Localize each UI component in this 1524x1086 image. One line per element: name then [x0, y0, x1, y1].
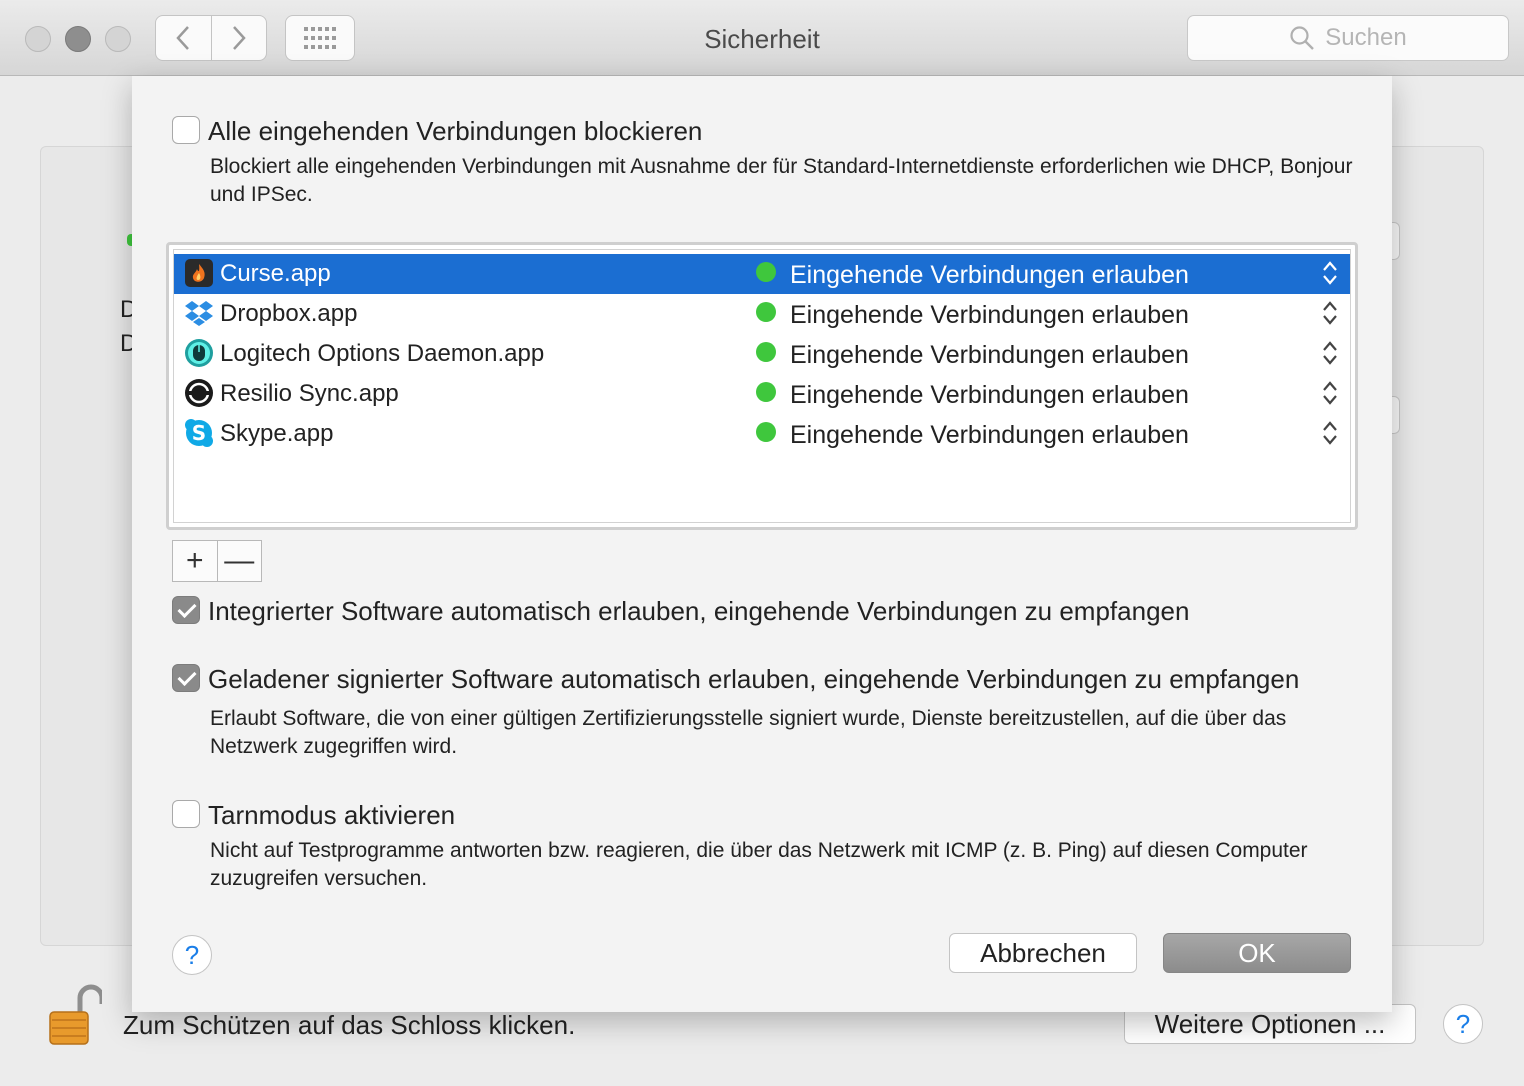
close-window-button[interactable]	[25, 26, 51, 52]
help-button[interactable]: ?	[1443, 1004, 1483, 1044]
window-title: Sicherheit	[704, 24, 820, 54]
app-name: Curse.app	[220, 260, 331, 287]
app-row-logitech[interactable]: Logitech Options Daemon.app Eingehende V…	[174, 334, 1350, 374]
app-status-popup[interactable]: Eingehende Verbindungen erlauben	[790, 421, 1189, 450]
search-icon	[1290, 26, 1315, 50]
add-remove-buttons: + —	[172, 540, 262, 582]
show-all-button[interactable]	[285, 15, 355, 61]
app-name: Logitech Options Daemon.app	[220, 340, 545, 367]
signed-software-description: Erlaubt Software, die von einer gültigen…	[210, 707, 1287, 758]
stealth-mode-label: Tarnmodus aktivieren	[208, 800, 456, 830]
back-button[interactable]	[156, 16, 211, 60]
app-name: Dropbox.app	[220, 300, 358, 327]
remove-app-button[interactable]: —	[216, 541, 262, 581]
app-list-table[interactable]: Curse.app Eingehende Verbindungen erlaub…	[166, 242, 1358, 530]
firewall-options-sheet: Alle eingehenden Verbindungen blockieren…	[132, 76, 1392, 1012]
popup-stepper-icon[interactable]	[1322, 298, 1338, 328]
zoom-window-button[interactable]	[105, 26, 131, 52]
forward-button[interactable]	[210, 16, 267, 60]
resilio-icon	[185, 379, 213, 407]
dropbox-icon	[185, 301, 213, 326]
curse-icon	[185, 259, 213, 287]
stealth-mode-description: Nicht auf Testprogramme antworten bzw. r…	[210, 839, 1308, 890]
status-green-dot	[756, 262, 776, 282]
title-bar: Sicherheit Suchen	[0, 0, 1524, 76]
status-green-dot	[756, 342, 776, 362]
add-app-button[interactable]: +	[173, 541, 217, 581]
chevron-right-icon	[232, 26, 246, 50]
ok-button[interactable]: OK	[1163, 933, 1351, 973]
app-name: Skype.app	[220, 420, 334, 447]
builtin-software-label: Integrierter Software automatisch erlaub…	[208, 596, 1190, 626]
status-green-dot	[756, 422, 776, 442]
builtin-software-checkbox[interactable]	[172, 596, 200, 624]
cancel-button[interactable]: Abbrechen	[949, 933, 1137, 973]
logitech-icon	[185, 339, 213, 367]
search-placeholder: Suchen	[1325, 24, 1407, 51]
skype-icon: S	[185, 419, 213, 447]
popup-stepper-icon[interactable]	[1322, 418, 1338, 448]
navigation-buttons	[155, 15, 267, 61]
lock-hint-text: Zum Schützen auf das Schloss klicken.	[123, 1010, 576, 1040]
app-row-skype[interactable]: S Skype.app Eingehende Verbindungen erla…	[174, 414, 1350, 454]
app-status-popup[interactable]: Eingehende Verbindungen erlauben	[790, 301, 1189, 330]
block-all-description: Blockiert alle eingehenden Verbindungen …	[210, 155, 1353, 206]
app-status-popup[interactable]: Eingehende Verbindungen erlauben	[790, 381, 1189, 410]
app-name: Resilio Sync.app	[220, 380, 399, 407]
block-all-label: Alle eingehenden Verbindungen blockieren	[208, 116, 703, 146]
popup-stepper-icon[interactable]	[1322, 338, 1338, 368]
status-green-dot	[756, 302, 776, 322]
popup-stepper-icon[interactable]	[1322, 378, 1338, 408]
minimize-window-button[interactable]	[65, 26, 91, 52]
svg-text:S: S	[192, 421, 206, 445]
chevron-left-icon	[176, 26, 190, 50]
grid-icon	[304, 27, 336, 49]
app-status-popup[interactable]: Eingehende Verbindungen erlauben	[790, 341, 1189, 370]
signed-software-checkbox[interactable]	[172, 664, 200, 692]
app-status-popup[interactable]: Eingehende Verbindungen erlauben	[790, 261, 1189, 290]
app-row-curse[interactable]: Curse.app Eingehende Verbindungen erlaub…	[174, 254, 1350, 294]
block-all-checkbox[interactable]	[172, 116, 200, 144]
status-green-dot	[756, 382, 776, 402]
sheet-help-button[interactable]: ?	[172, 935, 212, 975]
search-field[interactable]: Suchen	[1187, 15, 1509, 61]
lock-icon[interactable]	[46, 982, 105, 1053]
signed-software-label: Geladener signierter Software automatisc…	[208, 664, 1300, 694]
stealth-mode-checkbox[interactable]	[172, 800, 200, 828]
popup-stepper-icon[interactable]	[1322, 258, 1338, 288]
app-row-resilio[interactable]: Resilio Sync.app Eingehende Verbindungen…	[174, 374, 1350, 414]
app-row-dropbox[interactable]: Dropbox.app Eingehende Verbindungen erla…	[174, 294, 1350, 334]
